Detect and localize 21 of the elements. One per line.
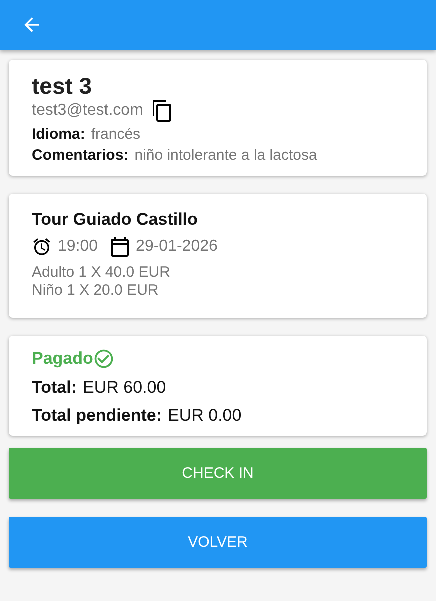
customer-email: test3@test.com [32, 102, 144, 120]
field-value: francés [91, 126, 141, 143]
tour-time: 19:00 [58, 238, 98, 256]
total-label: Total pendiente: [32, 406, 162, 426]
ticket-line: Adulto 1 X 40.0 EUR [32, 264, 172, 282]
copy-icon[interactable] [153, 100, 174, 122]
payment-status: Pagado [32, 349, 94, 369]
field-value: niño intolerante a la lactosa [134, 147, 318, 164]
alarm-clock-icon [32, 237, 52, 257]
total-label: Total: [32, 378, 78, 398]
field-label: Comentarios: [32, 147, 129, 164]
tour-title: Tour Guiado Castillo [32, 210, 199, 230]
total-amount: EUR 60.00 [83, 378, 166, 398]
ticket-line: Niño 1 X 20.0 EUR [32, 282, 160, 300]
calendar-icon [110, 236, 130, 258]
tour-date: 29-01-2026 [136, 238, 218, 256]
back-button[interactable]: VOLVER [9, 517, 427, 568]
total-amount: EUR 0.00 [168, 406, 242, 426]
check-in-button[interactable]: CHECK IN [9, 448, 427, 499]
customer-name: test 3 [32, 72, 94, 100]
field-label: Idioma: [32, 126, 86, 143]
